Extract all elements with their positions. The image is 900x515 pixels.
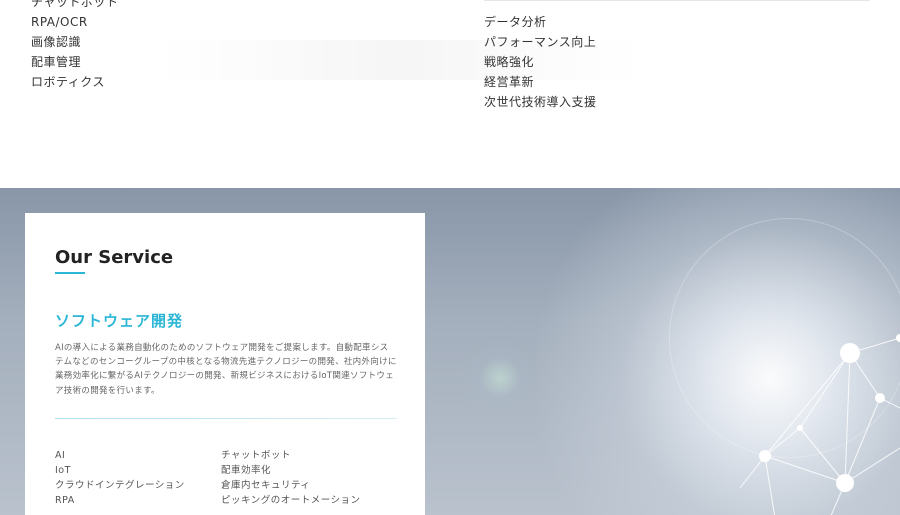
left-category-list: チャットボット RPA/OCR 画像認識 配車管理 ロボティクス xyxy=(31,0,118,92)
divider xyxy=(484,0,870,1)
list-item[interactable]: 次世代技術導入支援 xyxy=(484,92,597,112)
list-item[interactable]: 経営革新 xyxy=(484,72,597,92)
top-section: チャットボット RPA/OCR 画像認識 配車管理 ロボティクス データ分析 パ… xyxy=(0,0,900,188)
list-item[interactable]: データ分析 xyxy=(484,12,597,32)
list-item[interactable]: RPA/OCR xyxy=(31,12,118,32)
heading-underline xyxy=(55,272,85,274)
list-item[interactable]: ロボティクス xyxy=(31,72,118,92)
list-item[interactable]: パフォーマンス向上 xyxy=(484,32,597,52)
section-heading: Our Service xyxy=(55,247,174,268)
list-item[interactable]: 戦略強化 xyxy=(484,52,597,72)
tag-item: RPA xyxy=(55,495,75,506)
tag-item: チャットボット xyxy=(221,450,291,461)
service-card: Our Service ソフトウェア開発 AIの導入による業務自動化のためのソフ… xyxy=(25,213,425,515)
tag-item: IoT xyxy=(55,465,71,476)
tag-item: ピッキングのオートメーション xyxy=(221,495,361,506)
tag-item: AI xyxy=(55,450,66,461)
right-category-list: データ分析 パフォーマンス向上 戦略強化 経営革新 次世代技術導入支援 xyxy=(484,12,597,112)
tag-item: クラウドインテグレーション xyxy=(55,480,185,491)
list-item[interactable]: 画像認識 xyxy=(31,32,118,52)
network-graphic-icon xyxy=(740,334,900,515)
list-item[interactable]: 配車管理 xyxy=(31,52,118,72)
list-item[interactable]: チャットボット xyxy=(31,0,118,12)
service-title[interactable]: ソフトウェア開発 xyxy=(55,310,183,331)
tag-item: 配車効率化 xyxy=(221,465,272,476)
card-divider xyxy=(55,418,397,419)
service-description: AIの導入による業務自動化のためのソフトウェア開発をご提案します。自動配車システ… xyxy=(55,343,397,396)
service-tags-left: AI IoT クラウドインテグレーション RPA xyxy=(55,448,195,508)
service-tags-right: チャットボット 配車効率化 倉庫内セキュリティ ピッキングのオートメーション xyxy=(221,448,371,508)
tag-item: 倉庫内セキュリティ xyxy=(221,480,311,491)
